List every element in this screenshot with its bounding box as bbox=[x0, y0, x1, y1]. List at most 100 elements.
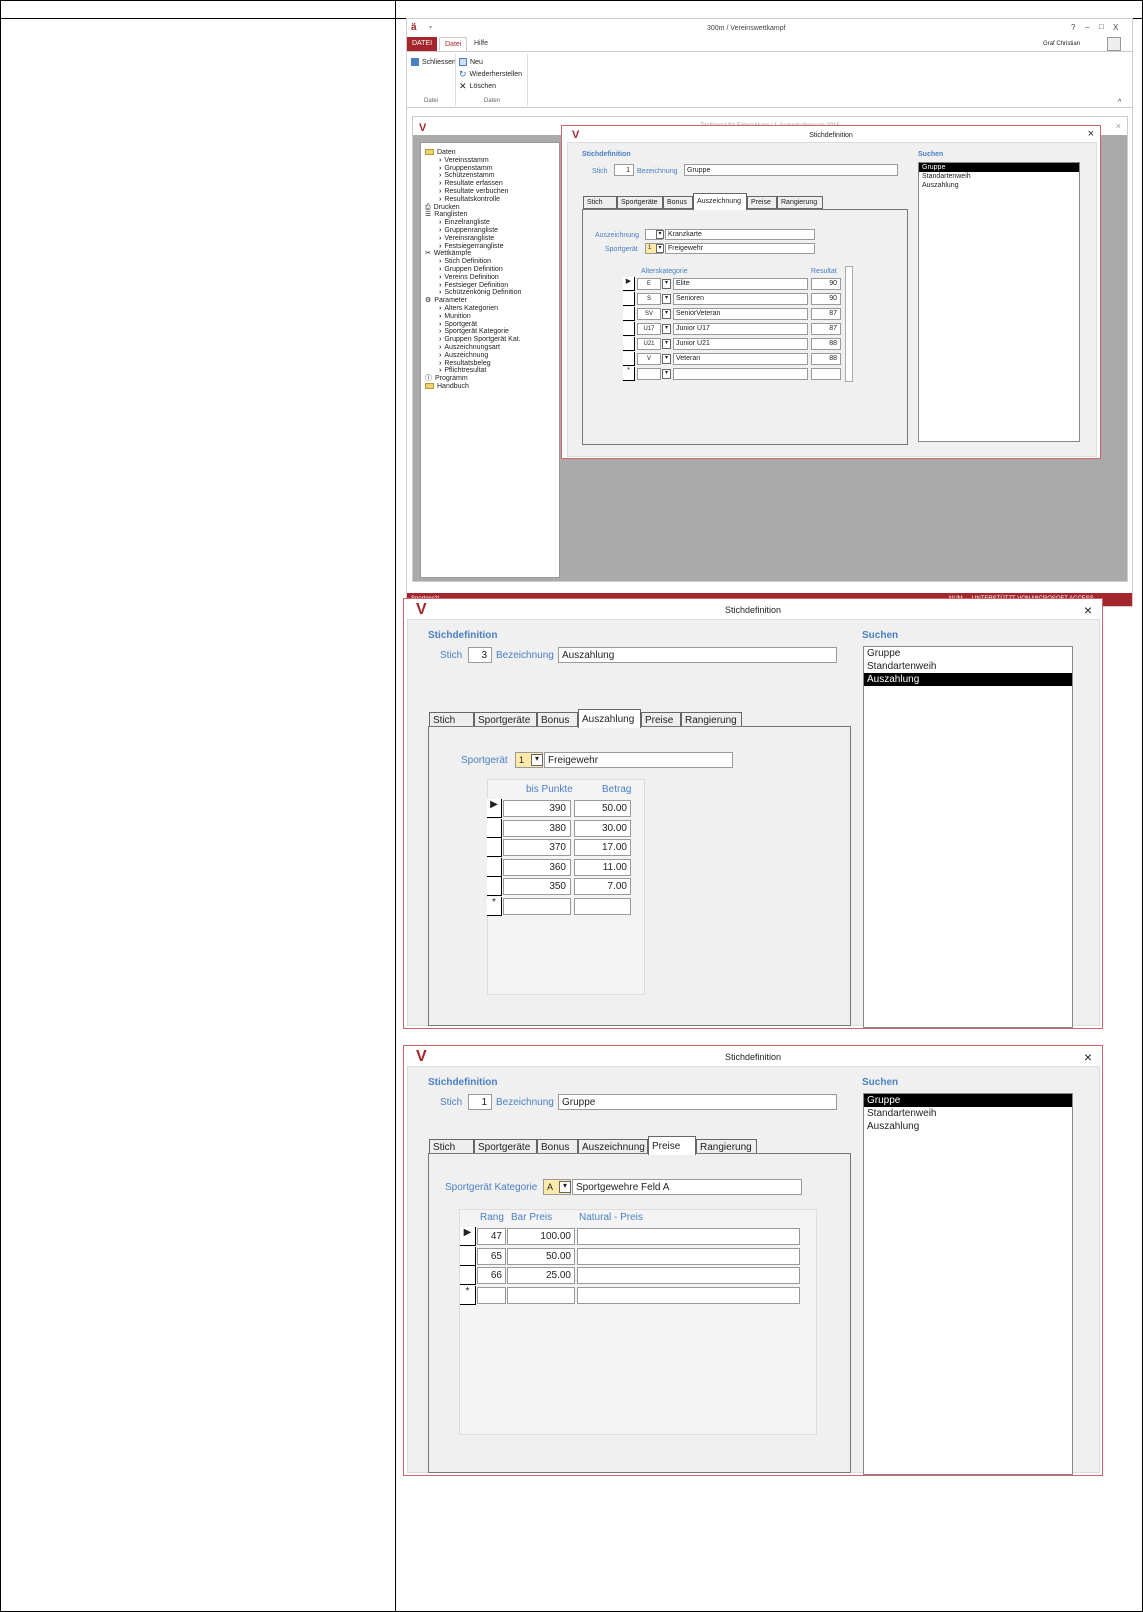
form3-bez-field[interactable]: Gruppe bbox=[558, 1094, 837, 1110]
tab-3[interactable]: Auszeichnung bbox=[693, 193, 747, 210]
restore-button[interactable]: ↻ Wiederherstellen bbox=[459, 70, 522, 79]
tab-datei[interactable]: Datei bbox=[439, 37, 468, 51]
points-cell[interactable]: 370 bbox=[503, 839, 571, 856]
rank-cell[interactable]: 66 bbox=[477, 1267, 506, 1284]
row-selector[interactable] bbox=[623, 307, 635, 321]
chevron-down-icon[interactable]: ▾ bbox=[662, 279, 671, 289]
row-selector[interactable]: ▶ bbox=[623, 277, 635, 291]
result-cell[interactable]: 87 bbox=[811, 308, 841, 320]
form2-search-list[interactable]: Gruppe Standartenweih Auszahlung bbox=[863, 646, 1073, 1028]
cash-prize-cell[interactable]: 25.00 bbox=[507, 1267, 575, 1284]
collapse-ribbon-icon[interactable]: ^ bbox=[1118, 99, 1121, 106]
alter-name-cell[interactable]: SeniorVeteran bbox=[673, 308, 808, 320]
tab-4[interactable]: Preise bbox=[641, 712, 681, 727]
avatar[interactable] bbox=[1107, 37, 1121, 51]
form1-search-list[interactable]: Gruppe Standartenweih Auszahlung bbox=[918, 162, 1080, 442]
amount-cell[interactable] bbox=[574, 897, 631, 915]
row-selector[interactable] bbox=[487, 857, 502, 877]
form3-close-button[interactable]: × bbox=[1084, 1050, 1092, 1064]
tab-2[interactable]: Bonus bbox=[663, 196, 693, 209]
search-list-item[interactable]: Standartenweih bbox=[864, 660, 1072, 673]
delete-button[interactable]: ✕ Löschen bbox=[459, 82, 496, 91]
nav-item[interactable]: › Vereinsrangliste bbox=[425, 235, 494, 242]
tab-0[interactable]: Stich bbox=[583, 196, 617, 209]
row-selector[interactable]: ▶ bbox=[460, 1227, 476, 1246]
rank-cell[interactable]: 47 bbox=[477, 1228, 506, 1245]
tab-file[interactable]: DATEI bbox=[407, 37, 437, 51]
nav-group-daten[interactable]: Daten bbox=[425, 149, 456, 156]
nav-item[interactable]: › Sportgerät bbox=[425, 321, 477, 328]
points-cell[interactable]: 380 bbox=[503, 819, 571, 837]
new-record-button[interactable]: Neu bbox=[459, 58, 483, 66]
chevron-down-icon[interactable]: ▾ bbox=[656, 230, 664, 239]
form2-bez-field[interactable]: Auszahlung bbox=[558, 647, 837, 663]
nav-item[interactable]: › Resultatsbeleg bbox=[425, 360, 491, 367]
alter-name-cell[interactable]: Junior U17 bbox=[673, 323, 808, 335]
result-cell[interactable] bbox=[811, 368, 841, 380]
nav-item[interactable]: › Einzelrangliste bbox=[425, 219, 490, 226]
chevron-down-icon[interactable]: ▾ bbox=[662, 354, 671, 364]
alter-name-cell[interactable]: Senioren bbox=[673, 293, 808, 305]
amount-cell[interactable]: 17.00 bbox=[574, 839, 631, 856]
search-list-item[interactable]: Gruppe bbox=[864, 1094, 1072, 1107]
nav-group-handbuch[interactable]: Handbuch bbox=[425, 383, 469, 390]
amount-cell[interactable]: 50.00 bbox=[574, 800, 631, 817]
natural-prize-cell[interactable] bbox=[577, 1267, 800, 1284]
help-button[interactable]: ? bbox=[1071, 24, 1075, 32]
nav-item[interactable]: › Sportgerät Kategorie bbox=[425, 328, 509, 335]
search-list-item[interactable]: Auszahlung bbox=[864, 1120, 1072, 1133]
rank-cell[interactable]: 65 bbox=[477, 1247, 506, 1265]
row-selector[interactable]: ▶ bbox=[487, 799, 502, 818]
nav-item[interactable]: › Vereins Definition bbox=[425, 274, 499, 281]
form1-bez-field[interactable]: Gruppe bbox=[684, 164, 898, 176]
natural-prize-cell[interactable] bbox=[577, 1286, 800, 1304]
tab-1[interactable]: Sportgeräte bbox=[474, 712, 537, 727]
tab-1[interactable]: Sportgeräte bbox=[474, 1139, 537, 1154]
alter-name-cell[interactable]: Veteran bbox=[673, 353, 808, 365]
search-list-item[interactable]: Gruppe bbox=[864, 647, 1072, 660]
nav-item[interactable]: › Schützenkönig Definition bbox=[425, 289, 521, 296]
alter-code-cell[interactable]: U21 bbox=[637, 338, 661, 350]
chevron-down-icon[interactable]: ▾ bbox=[531, 754, 543, 766]
form3-search-list[interactable]: Gruppe Standartenweih Auszahlung bbox=[863, 1093, 1073, 1475]
tab-4[interactable]: Preise bbox=[747, 196, 777, 209]
result-cell[interactable]: 90 bbox=[811, 293, 841, 305]
chevron-down-icon[interactable]: ▾ bbox=[662, 324, 671, 334]
natural-prize-cell[interactable] bbox=[577, 1247, 800, 1265]
chevron-down-icon[interactable]: ▾ bbox=[662, 369, 671, 379]
row-selector[interactable] bbox=[460, 1266, 476, 1285]
maximize-button[interactable]: □ bbox=[1099, 23, 1104, 31]
search-list-item[interactable]: Gruppe bbox=[919, 163, 1079, 172]
result-cell[interactable]: 88 bbox=[811, 338, 841, 350]
amount-cell[interactable]: 30.00 bbox=[574, 819, 631, 837]
row-selector[interactable] bbox=[487, 818, 502, 838]
nav-item[interactable]: › Stich Definition bbox=[425, 258, 491, 265]
close-db-button[interactable]: Schliessen bbox=[411, 58, 456, 66]
row-selector[interactable]: * bbox=[487, 896, 502, 916]
row-selector[interactable] bbox=[623, 352, 635, 366]
nav-group-drucken[interactable]: ⎙ Drucken bbox=[425, 204, 460, 211]
nav-item[interactable]: › Resultate erfassen bbox=[425, 180, 503, 187]
nav-item[interactable]: › Pflichtresultat bbox=[425, 367, 486, 374]
chevron-down-icon[interactable]: ▾ bbox=[662, 339, 671, 349]
nav-item[interactable]: › Resultatskontrolle bbox=[425, 196, 500, 203]
tab-0[interactable]: Stich bbox=[429, 1139, 474, 1154]
nav-group-ranglisten[interactable]: ☰ Ranglisten bbox=[425, 211, 467, 218]
form1-close-button[interactable]: × bbox=[1088, 129, 1094, 140]
minimize-button[interactable]: – bbox=[1085, 24, 1089, 32]
row-selector[interactable] bbox=[623, 322, 635, 336]
alter-name-cell[interactable]: Elite bbox=[673, 278, 808, 290]
chevron-down-icon[interactable]: ▾ bbox=[656, 244, 664, 253]
search-list-item[interactable]: Auszahlung bbox=[919, 181, 1079, 190]
nav-item[interactable]: › Gruppenstamm bbox=[425, 165, 493, 172]
alter-code-cell[interactable]: S bbox=[637, 293, 661, 305]
tab-hilfe[interactable]: Hilfe bbox=[469, 37, 493, 51]
tab-1[interactable]: Sportgeräte bbox=[617, 196, 663, 209]
nav-item[interactable]: › Auszeichnungsart bbox=[425, 344, 500, 351]
points-cell[interactable]: 390 bbox=[503, 800, 571, 817]
row-selector[interactable] bbox=[487, 877, 502, 896]
nav-group-parameter[interactable]: ⚙ Parameter bbox=[425, 297, 467, 304]
nav-item[interactable]: › Resultate verbuchen bbox=[425, 188, 509, 195]
natural-prize-cell[interactable] bbox=[577, 1228, 800, 1245]
rank-cell[interactable] bbox=[477, 1286, 506, 1304]
